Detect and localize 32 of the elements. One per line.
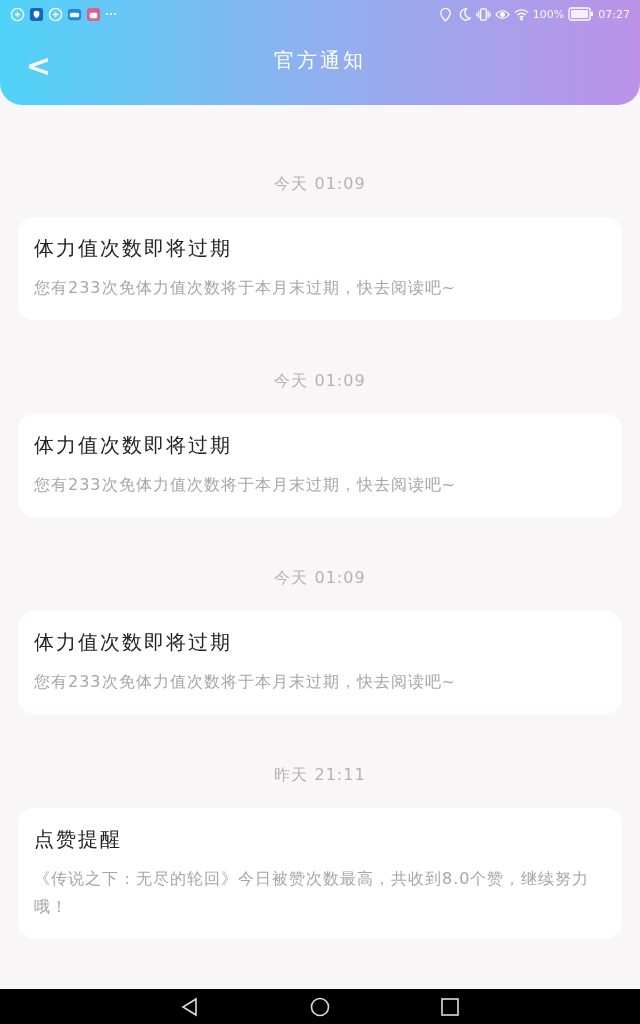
more-icon (105, 12, 117, 16)
notification-card[interactable]: 体力值次数即将过期 您有233次免体力值次数将于本月末过期，快去阅读吧~ (18, 414, 622, 517)
timestamp: 今天 01:09 (273, 567, 367, 589)
notification-title: 体力值次数即将过期 (34, 432, 233, 459)
notification-text: 您有233次免体力值次数将于本月末过期，快去阅读吧~ (34, 277, 457, 299)
clock: 07:27 (598, 7, 630, 21)
shield-icon (29, 6, 44, 22)
timestamp: 今天 01:09 (273, 370, 367, 392)
location-icon (437, 6, 453, 22)
notification-text: 您有233次免体力值次数将于本月末过期，快去阅读吧~ (34, 474, 457, 496)
battery-icon (568, 7, 595, 21)
plus-circle-icon (48, 6, 63, 22)
notification-title: 体力值次数即将过期 (34, 629, 233, 656)
home-icon[interactable] (310, 996, 330, 1017)
back-icon[interactable] (180, 996, 200, 1017)
notification-card[interactable]: 体力值次数即将过期 您有233次免体力值次数将于本月末过期，快去阅读吧~ (18, 611, 622, 714)
notification-title: 点赞提醒 (34, 826, 123, 853)
battery-percent: 100% (532, 7, 565, 21)
timestamp: 今天 01:09 (273, 173, 367, 195)
page-title: 官方通知 (274, 47, 366, 74)
plus-circle-icon (10, 6, 25, 22)
notification-text: 《传说之下：无尽的轮回》今日被赞次数最高，共收到8.0个赞，继续努力哦！ (34, 868, 591, 918)
wifi-icon (513, 6, 529, 22)
notification-text: 您有233次免体力值次数将于本月末过期，快去阅读吧~ (34, 671, 457, 693)
app-icon (86, 6, 101, 22)
recents-icon[interactable] (440, 996, 460, 1017)
vibrate-icon (475, 6, 491, 22)
app-icon (67, 6, 82, 22)
timestamp: 昨天 21:11 (273, 764, 367, 786)
notification-card[interactable]: 体力值次数即将过期 您有233次免体力值次数将于本月末过期，快去阅读吧~ (18, 217, 622, 320)
notification-card[interactable]: 点赞提醒 《传说之下：无尽的轮回》今日被赞次数最高，共收到8.0个赞，继续努力哦！ (18, 808, 622, 939)
notification-title: 体力值次数即将过期 (34, 235, 233, 262)
